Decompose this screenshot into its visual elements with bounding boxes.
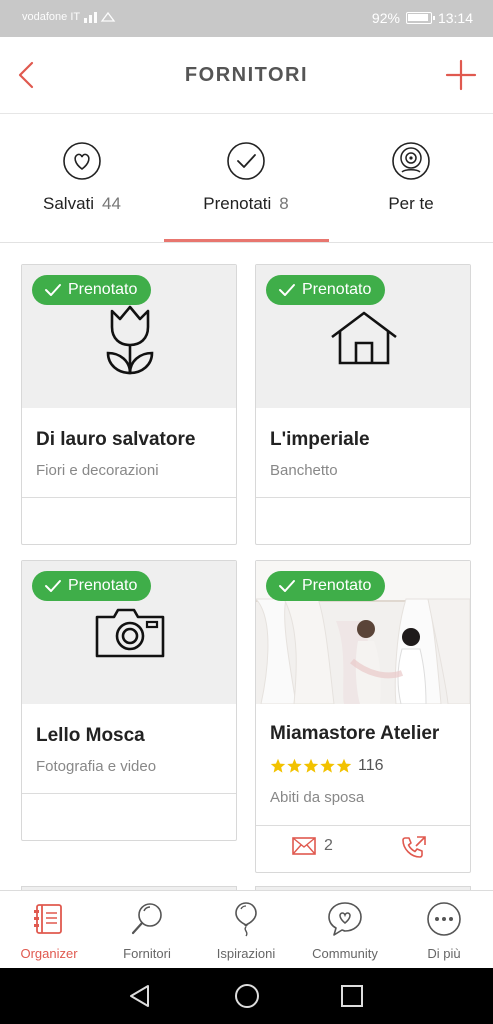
camera-icon	[95, 608, 165, 658]
battery-percent: 92%	[371, 10, 400, 26]
vendor-category: Abiti da sposa	[270, 789, 365, 806]
vendor-card-lello-mosca[interactable]: Prenotato Lello Mosca Fotografia e video	[21, 560, 237, 841]
battery-icon	[405, 12, 435, 24]
system-recents-icon[interactable]	[338, 982, 366, 1010]
system-navigation-bar	[0, 968, 493, 1024]
phone-call-icon[interactable]	[401, 835, 427, 859]
nav-label: Organizer	[20, 946, 78, 961]
five-stars-icon	[270, 758, 352, 773]
clock: 13:14	[437, 10, 473, 26]
vendor-name: L'imperiale	[270, 429, 370, 450]
vendor-card-imperiale[interactable]: Prenotato L'imperiale Banchetto	[255, 264, 471, 545]
check-icon	[227, 142, 265, 180]
heart-icon	[63, 142, 101, 180]
nav-organizer[interactable]: Organizer	[0, 891, 98, 969]
target-icon	[392, 142, 430, 180]
status-bar: vodafone IT 92% 13:14	[0, 0, 493, 37]
more-dots-icon	[427, 902, 461, 936]
magnifier-icon	[131, 903, 162, 935]
message-count: 2	[324, 837, 333, 854]
nav-label: Fornitori	[123, 946, 171, 961]
tab-salvati-label: Salvati 44	[43, 194, 121, 213]
nav-label: Ispirazioni	[216, 946, 276, 961]
message-button[interactable]: 2	[292, 837, 333, 855]
vendor-card-di-lauro[interactable]: Prenotato Di lauro salvatore Fiori e dec…	[21, 264, 237, 545]
card-divider	[22, 793, 236, 794]
app-header: FORNITORI	[0, 37, 493, 114]
booked-badge: Prenotato	[32, 571, 152, 601]
signal-icon	[84, 11, 116, 23]
rating-row: 116	[270, 757, 384, 775]
envelope-icon	[292, 837, 316, 855]
system-home-icon[interactable]	[233, 982, 261, 1010]
booked-badge: Prenotato	[266, 571, 386, 601]
check-icon	[45, 580, 61, 592]
active-tab-indicator	[164, 239, 329, 242]
balloon-icon	[235, 902, 257, 937]
tulip-icon	[106, 305, 154, 375]
card-divider	[256, 497, 470, 498]
status-left: vodafone IT	[22, 11, 118, 23]
page-title: FORNITORI	[184, 64, 309, 86]
house-icon	[331, 311, 397, 365]
review-count: 116	[358, 757, 384, 774]
check-icon	[45, 284, 61, 296]
vendor-name: Lello Mosca	[36, 725, 145, 746]
booked-badge: Prenotato	[266, 275, 386, 305]
nav-di-piu[interactable]: Di più	[395, 891, 493, 969]
tab-prenotati-label: Prenotati 8	[203, 194, 289, 213]
tab-bar: Salvati 44 Prenotati 8 Per te	[0, 114, 493, 243]
carrier-label: vodafone IT	[22, 11, 81, 23]
nav-ispirazioni[interactable]: Ispirazioni	[197, 891, 295, 969]
nav-label: Di più	[427, 946, 461, 961]
tab-prenotati[interactable]: Prenotati 8	[164, 114, 328, 242]
vendor-name: Miamastore Atelier	[270, 723, 440, 744]
nav-community[interactable]: Community	[296, 891, 394, 969]
booked-badge: Prenotato	[32, 275, 152, 305]
check-icon	[279, 284, 295, 296]
chat-heart-icon	[328, 902, 362, 936]
vendor-name: Di lauro salvatore	[36, 429, 196, 450]
nav-fornitori[interactable]: Fornitori	[98, 891, 196, 969]
vendor-category: Banchetto	[270, 462, 338, 479]
card-divider	[256, 825, 470, 826]
tab-per-te[interactable]: Per te	[329, 114, 493, 242]
notebook-icon	[34, 904, 62, 934]
status-right: 92% 13:14	[372, 10, 473, 26]
vendor-category: Fotografia e video	[36, 758, 157, 775]
check-icon	[279, 580, 295, 592]
plus-icon[interactable]	[445, 59, 477, 91]
vendor-card-miamastore[interactable]: Prenotato Miamastore Atelier 116 Abiti d…	[255, 560, 471, 873]
card-divider	[22, 497, 236, 498]
tab-salvati[interactable]: Salvati 44	[0, 114, 164, 242]
system-back-icon[interactable]	[126, 982, 154, 1010]
vendor-category: Fiori e decorazioni	[36, 462, 159, 479]
tab-per-te-label: Per te	[388, 194, 434, 213]
nav-label: Community	[312, 946, 378, 961]
bottom-navigation: Organizer Fornitori Ispirazioni Communit…	[0, 890, 493, 968]
